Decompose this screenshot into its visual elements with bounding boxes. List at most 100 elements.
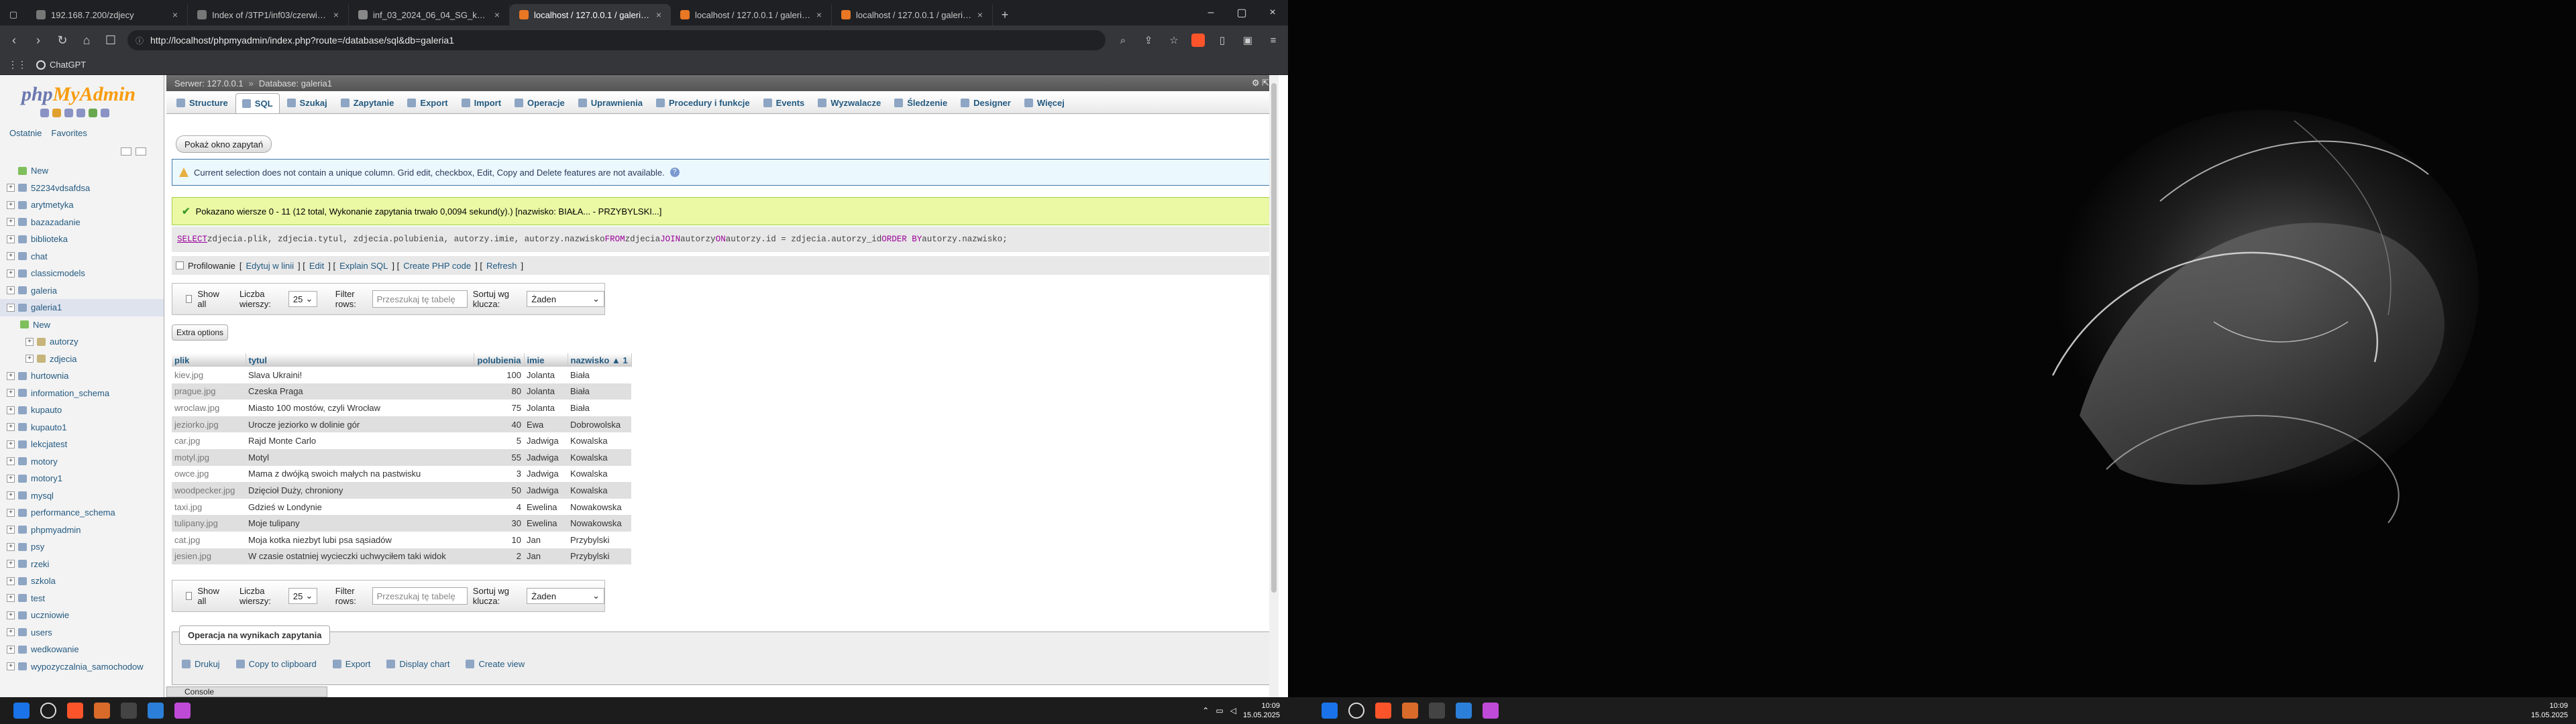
sidebar-item-szkola[interactable]: + szkola — [0, 572, 164, 590]
expand-icon[interactable]: + — [7, 252, 15, 261]
close-tab-icon[interactable]: × — [333, 9, 339, 20]
sidebar-item-52234vdsafdsa[interactable]: +52234vdsafdsa — [0, 180, 164, 197]
scrollbar-thumb[interactable] — [1271, 83, 1277, 593]
sidebar-item-motory1[interactable]: + motory1 — [0, 470, 164, 487]
sidebar-item-information-schema[interactable]: + information_schema — [0, 385, 164, 402]
close-window-icon[interactable]: × — [1257, 0, 1288, 25]
sort-select[interactable]: Żaden ⌄ — [527, 291, 604, 307]
sidebar-item-wedkowanie[interactable]: + wedkowanie — [0, 641, 164, 658]
forward-icon[interactable]: › — [31, 34, 46, 48]
expand-icon[interactable]: + — [7, 371, 15, 380]
expand-icon[interactable]: + — [7, 508, 15, 517]
sidebar-item-lekcjatest[interactable]: + lekcjatest — [0, 436, 164, 453]
expand-icon[interactable]: + — [7, 628, 15, 637]
bookmark-chatgpt[interactable]: ChatGPT — [36, 60, 86, 70]
sidebar-toggle-icon[interactable]: ▯ — [1214, 32, 1230, 48]
scrollbar[interactable] — [1269, 75, 1279, 697]
create-view-button[interactable]: Create view — [466, 659, 525, 669]
edit-link[interactable]: Edit — [309, 261, 324, 271]
vscode-icon[interactable] — [148, 703, 164, 719]
sidebar-item-kupauto1[interactable]: + kupauto1 — [0, 419, 164, 436]
sidebar-item-phpmyadmin[interactable]: + phpmyadmin — [0, 522, 164, 539]
sql-select-link[interactable]: SELECT — [177, 235, 207, 244]
collapse-icon[interactable]: − — [7, 303, 15, 312]
collapse-all-icon[interactable] — [121, 147, 131, 156]
menu-icon[interactable]: ≡ — [1265, 32, 1281, 48]
sidebar-item-hurtownia[interactable]: + hurtownia — [0, 367, 164, 385]
tab-import[interactable]: Import — [455, 93, 507, 113]
app-icon[interactable] — [1429, 703, 1445, 719]
expand-icon[interactable]: + — [7, 406, 15, 414]
extra-options-button[interactable]: Extra options — [172, 324, 229, 341]
show-all-checkbox[interactable] — [186, 295, 193, 303]
vscode-icon[interactable] — [1456, 703, 1472, 719]
column-header[interactable]: nazwisko ▲ 1 — [568, 353, 632, 367]
close-tab-icon[interactable]: × — [494, 9, 500, 20]
home-icon[interactable] — [40, 109, 49, 117]
breadcrumb-database[interactable]: Database: galeria1 — [259, 78, 332, 88]
sidebar-item-motory[interactable]: + motory — [0, 453, 164, 471]
reload-icon[interactable] — [101, 109, 109, 117]
clock[interactable]: 10:09 15.05.2025 — [1243, 701, 1280, 720]
share-icon[interactable]: ⇪ — [1140, 32, 1157, 48]
back-icon[interactable]: ‹ — [7, 34, 21, 48]
edit-inline-link[interactable]: Edytuj w linii — [246, 261, 294, 271]
sidebar-item-galeria1[interactable]: − galeria1 — [0, 299, 164, 316]
tab-menu-icon[interactable]: ▢ — [0, 4, 27, 25]
browser-tab[interactable]: Index of /3TP1/inf03/czerwiec2024/... × — [188, 4, 349, 25]
sidebar-item-performance-schema[interactable]: + performance_schema — [0, 504, 164, 522]
help-icon[interactable]: ? — [669, 168, 680, 177]
create-php-link[interactable]: Create PHP code — [403, 261, 471, 271]
column-header[interactable]: plik — [172, 353, 246, 367]
tab-procedury-i-funkcje[interactable]: Procedury i funkcje — [650, 93, 756, 113]
tab-structure[interactable]: Structure — [170, 93, 234, 113]
export-button[interactable]: Export — [332, 659, 370, 669]
app-icon[interactable] — [121, 703, 137, 719]
settings-gear-icon[interactable]: ⚙ ⇱ — [1252, 78, 1269, 88]
close-tab-icon[interactable]: × — [172, 9, 178, 20]
expand-icon[interactable]: + — [7, 542, 15, 551]
display-chart-button[interactable]: Display chart — [386, 659, 449, 669]
network-icon[interactable]: ▭ — [1216, 706, 1223, 715]
filter-input[interactable]: Przeszukaj tę tabelę — [372, 587, 468, 605]
info-icon[interactable]: ⓘ — [136, 35, 144, 46]
reload-icon[interactable]: ↻ — [55, 34, 70, 48]
url-field[interactable]: ⓘ http://localhost/phpmyadmin/index.php?r… — [127, 30, 1106, 50]
windows-start-icon[interactable] — [13, 703, 30, 719]
sidebar-item-uczniowie[interactable]: + uczniowie — [0, 607, 164, 624]
browser-tab[interactable]: 192.168.7.200/zdjecy × — [27, 4, 188, 25]
sidebar-item-chat[interactable]: + chat — [0, 248, 164, 265]
breadcrumb-server[interactable]: Serwer: 127.0.0.1 — [174, 78, 244, 88]
phpmyadmin-logo[interactable]: phpMyAdmin — [21, 83, 164, 106]
expand-icon[interactable]: + — [7, 286, 15, 295]
tab-więcej[interactable]: Więcej — [1018, 93, 1071, 113]
tab-operacje[interactable]: Operacje — [508, 93, 571, 113]
profiling-checkbox[interactable] — [176, 261, 184, 269]
expand-icon[interactable]: + — [7, 200, 15, 209]
brave-shields-icon[interactable] — [1191, 34, 1205, 47]
star-icon[interactable]: ☆ — [1166, 32, 1182, 48]
expand-icon[interactable]: + — [7, 440, 15, 448]
sidebar-item-classicmodels[interactable]: + classicmodels — [0, 265, 164, 282]
expand-icon[interactable]: + — [7, 218, 15, 227]
maximize-icon[interactable]: ▢ — [1226, 0, 1257, 25]
tab-favorites[interactable]: Favorites — [51, 127, 87, 139]
expand-icon[interactable]: + — [7, 184, 15, 192]
sidebar-item-galeria[interactable]: + galeria — [0, 282, 164, 300]
sidebar-item-test[interactable]: + test — [0, 590, 164, 607]
expand-icon[interactable]: + — [7, 389, 15, 398]
help-icon[interactable] — [64, 109, 73, 117]
zoom-icon[interactable]: ⌕ — [1115, 32, 1131, 48]
xampp-icon[interactable] — [1402, 703, 1418, 719]
app-icon[interactable] — [174, 703, 191, 719]
expand-icon[interactable]: + — [7, 235, 15, 243]
apps-grid-icon[interactable]: ⋮⋮ — [8, 59, 27, 70]
sidebar-item-zdjecia[interactable]: + zdjecia — [0, 351, 164, 368]
tab-events[interactable]: Events — [757, 93, 811, 113]
sidebar-item-users[interactable]: + users — [0, 624, 164, 642]
show-query-window-button[interactable]: Pokaż okno zapytań — [176, 135, 272, 153]
tab-export[interactable]: Export — [401, 93, 453, 113]
rows-select[interactable]: 25 ⌄ — [288, 291, 318, 307]
sidebar-item-new[interactable]: New — [0, 162, 164, 180]
new-tab-icon[interactable]: + — [993, 4, 1017, 25]
